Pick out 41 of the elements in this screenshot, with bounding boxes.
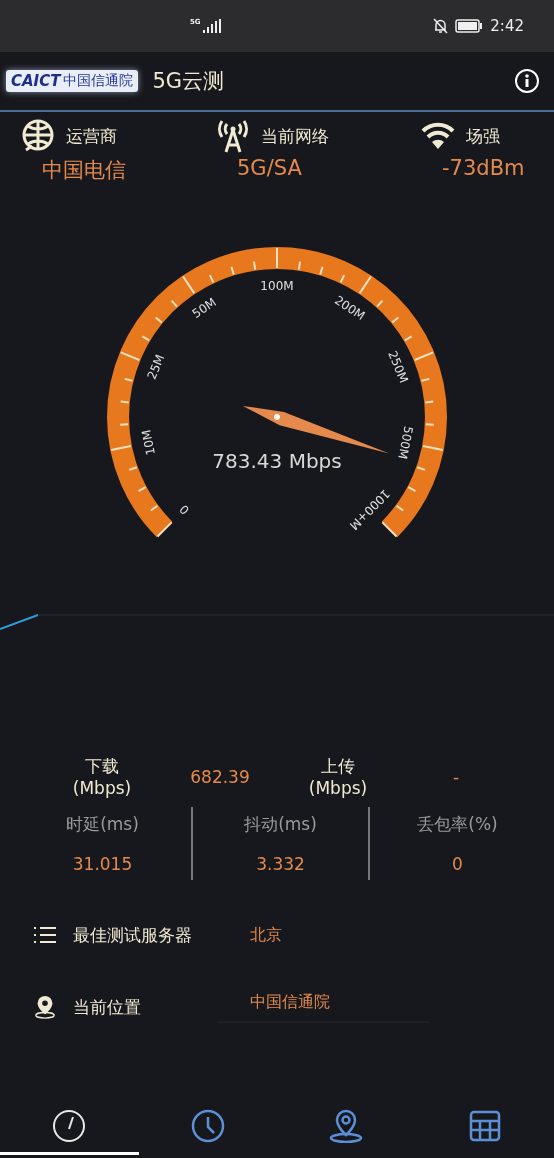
row-label: 当前位置 — [73, 995, 142, 1019]
bell-muted-icon — [433, 18, 449, 34]
antenna-icon — [215, 118, 251, 154]
info-icon[interactable] — [514, 68, 540, 94]
gauge-scale-label: 25M — [144, 352, 168, 382]
info-label: 运营商 — [66, 124, 117, 148]
globe-icon — [20, 118, 56, 154]
metric-value: 3.332 — [256, 854, 305, 875]
table-icon — [469, 1110, 500, 1142]
battery-icon — [455, 19, 484, 33]
info-value: 中国电信 — [41, 157, 127, 184]
gauge-scale-label: 10M — [139, 428, 158, 457]
info-value: 5G/SA — [236, 156, 303, 180]
gauge-scale-label: 250M — [385, 348, 411, 385]
location-pin-icon — [330, 1109, 363, 1144]
row-value: 北京 — [250, 924, 282, 946]
info-label: 当前网络 — [261, 124, 329, 148]
gauge-scale-label: 500M — [395, 424, 416, 461]
app-title: 5G云测 — [152, 68, 225, 95]
speed-value: - — [452, 767, 460, 788]
speed-reading: 783.43 Mbps — [212, 449, 342, 473]
row-value: 中国信通院 — [217, 991, 430, 1023]
speedometer-icon — [53, 1110, 86, 1143]
row-label: 最佳测试服务器 — [73, 923, 193, 947]
speed-value: 682.39 — [190, 767, 250, 788]
metric-label: 时延(ms) — [66, 813, 139, 837]
gauge-scale-label: 0 — [176, 502, 192, 518]
info-value: -73dBm — [441, 156, 526, 180]
clock-time: 2:42 — [490, 17, 524, 35]
gauge-scale-label: 50M — [189, 295, 219, 321]
speed-label: 上传 (Mbps) — [308, 755, 368, 800]
location-pin-icon — [33, 995, 57, 1020]
clock-icon — [191, 1109, 224, 1143]
speed-label: 下载 (Mbps) — [72, 755, 132, 800]
nav-tab[interactable] — [0, 1109, 139, 1156]
metric-value: 0 — [452, 854, 463, 875]
gauge-scale-label: 100M — [260, 279, 294, 293]
metric-label: 抖动(ms) — [244, 813, 317, 837]
metric-label: 丢包率(%) — [417, 813, 498, 837]
info-label: 场强 — [466, 124, 500, 148]
metric-value: 31.015 — [72, 854, 133, 875]
